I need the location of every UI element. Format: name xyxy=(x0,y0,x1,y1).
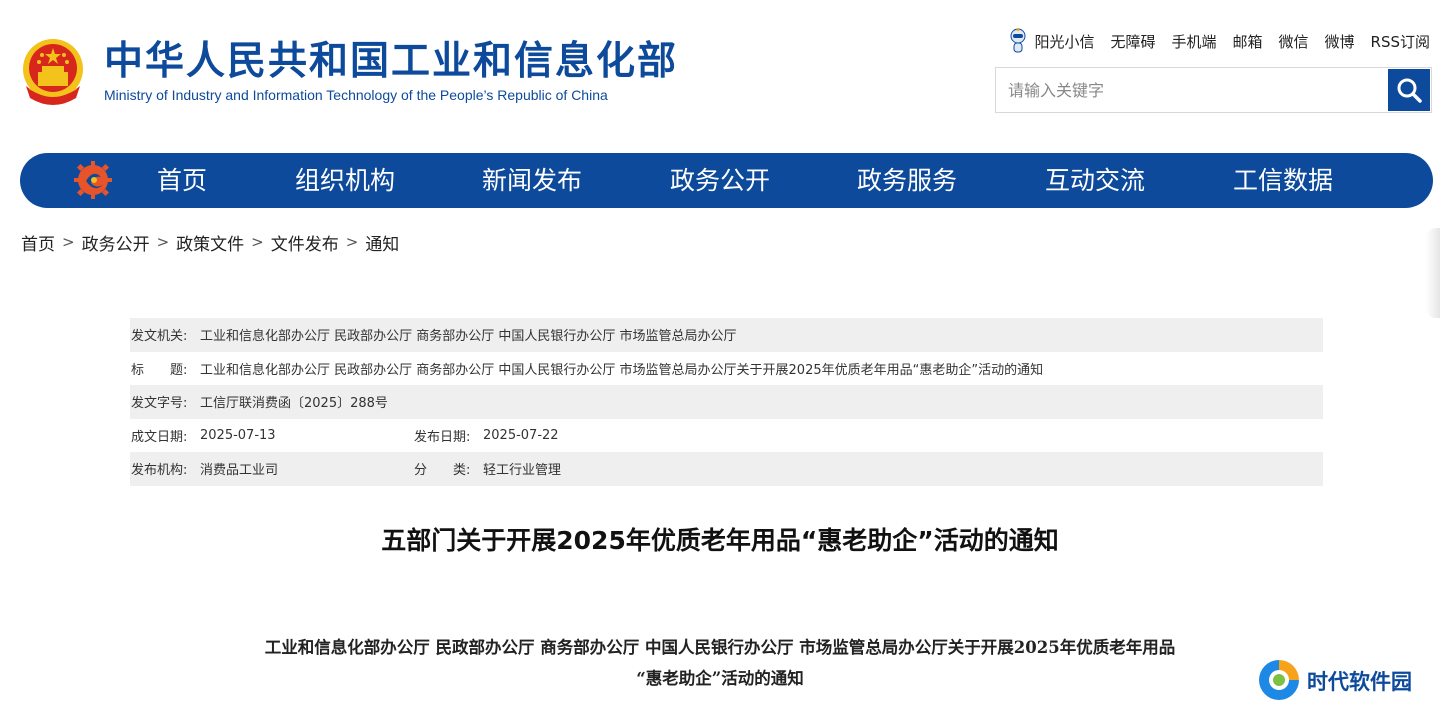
document-meta-table: 发文机关: 工业和信息化部办公厅 民政部办公厅 商务部办公厅 中国人民银行办公厅… xyxy=(130,318,1323,486)
document-title: 五部门关于开展2025年优质老年用品“惠老助企”活动的通知 xyxy=(381,526,1059,555)
nav-interaction[interactable]: 互动交流 xyxy=(1045,153,1145,208)
nav-government-affairs[interactable]: 政务公开 xyxy=(670,153,770,208)
meta-row-doc-number: 发文字号: 工信厅联消费函〔2025〕288号 xyxy=(130,385,1323,419)
breadcrumb: 首页 > 政务公开 > 政策文件 > 文件发布 > 通知 xyxy=(21,230,399,255)
search-input[interactable] xyxy=(996,68,1388,112)
meta-row-title: 标 题: 工业和信息化部办公厅 民政部办公厅 商务部办公厅 中国人民银行办公厅 … xyxy=(130,352,1323,386)
meta-value-publish-date: 2025-07-22 xyxy=(483,427,559,443)
meta-cell-written-date: 成文日期: 2025-07-13 xyxy=(130,426,413,445)
meta-value-written-date: 2025-07-13 xyxy=(200,427,276,443)
search-button[interactable] xyxy=(1388,69,1430,111)
meta-label-title: 标 题: xyxy=(131,362,188,378)
meta-label-category: 分 类: xyxy=(414,463,471,479)
meta-value-title: 工业和信息化部办公厅 民政部办公厅 商务部办公厅 中国人民银行办公厅 市场监管总… xyxy=(200,362,1044,378)
meta-row-issuer: 发文机关: 工业和信息化部办公厅 民政部办公厅 商务部办公厅 中国人民银行办公厅… xyxy=(130,318,1323,352)
breadcrumb-separator: > xyxy=(345,233,359,251)
link-mailbox[interactable]: 邮箱 xyxy=(1232,31,1262,52)
main-nav: 首页 组织机构 新闻发布 政务公开 政务服务 互动交流 工信数据 xyxy=(20,153,1433,208)
nav-organization[interactable]: 组织机构 xyxy=(295,153,395,208)
site-header: 中华人民共和国工业和信息化部 Ministry of Industry and … xyxy=(0,0,1440,140)
miit-logo-icon[interactable] xyxy=(74,161,112,199)
breadcrumb-policy-documents[interactable]: 政策文件 xyxy=(176,230,244,255)
document-subtitle-line-1: 工业和信息化部办公厅 民政部办公厅 商务部办公厅 中国人民银行办公厅 市场监管总… xyxy=(264,638,1176,657)
meta-label-publisher: 发布机构: xyxy=(131,463,188,479)
meta-cell-category: 分 类: 轻工行业管理 xyxy=(413,459,561,478)
nav-home[interactable]: 首页 xyxy=(157,153,207,208)
document-subtitle: 工业和信息化部办公厅 民政部办公厅 商务部办公厅 中国人民银行办公厅 市场监管总… xyxy=(0,632,1440,694)
robot-mascot-icon[interactable] xyxy=(1008,28,1028,54)
nav-news[interactable]: 新闻发布 xyxy=(482,153,582,208)
nav-industry-data[interactable]: 工信数据 xyxy=(1233,153,1333,208)
nav-government-services[interactable]: 政务服务 xyxy=(857,153,957,208)
link-sunshine-xiaoxin[interactable]: 阳光小信 xyxy=(1034,31,1094,52)
breadcrumb-separator: > xyxy=(251,233,264,251)
link-mobile[interactable]: 手机端 xyxy=(1171,31,1216,52)
meta-value-doc-number: 工信厅联消费函〔2025〕288号 xyxy=(200,396,388,412)
watermark-text: 时代软件园 xyxy=(1307,670,1412,694)
search-box xyxy=(995,67,1432,113)
top-links: 阳光小信 无障碍 手机端 邮箱 微信 微博 RSS订阅 xyxy=(1008,28,1430,54)
meta-value-publisher: 消费品工业司 xyxy=(200,463,279,479)
link-rss[interactable]: RSS订阅 xyxy=(1371,31,1430,52)
meta-row-dates: 成文日期: 2025-07-13 发布日期: 2025-07-22 xyxy=(130,419,1323,453)
site-brand[interactable]: 中华人民共和国工业和信息化部 Ministry of Industry and … xyxy=(104,40,678,104)
document-subtitle-line-2: “惠老助企”活动的通知 xyxy=(636,669,804,688)
floating-side-tab[interactable] xyxy=(1426,228,1440,318)
breadcrumb-separator: > xyxy=(156,233,170,251)
site-watermark: 时代软件园 xyxy=(1255,656,1435,706)
breadcrumb-government-affairs[interactable]: 政务公开 xyxy=(82,230,150,255)
link-weibo[interactable]: 微博 xyxy=(1325,31,1355,52)
meta-value-category: 轻工行业管理 xyxy=(483,463,562,479)
site-title-en: Ministry of Industry and Information Tec… xyxy=(104,87,608,103)
meta-row-publisher: 发布机构: 消费品工业司 分 类: 轻工行业管理 xyxy=(130,452,1323,486)
site-logo-icon xyxy=(1259,660,1299,700)
breadcrumb-separator: > xyxy=(62,233,75,251)
national-emblem-icon[interactable] xyxy=(20,36,86,108)
meta-label-written-date: 成文日期: xyxy=(131,429,188,445)
meta-cell-publisher: 发布机构: 消费品工业司 xyxy=(130,459,413,478)
link-wechat[interactable]: 微信 xyxy=(1279,31,1309,52)
search-icon xyxy=(1397,78,1422,103)
link-accessibility[interactable]: 无障碍 xyxy=(1110,31,1155,52)
meta-label-doc-number: 发文字号: xyxy=(131,396,188,412)
site-title-cn: 中华人民共和国工业和信息化部 xyxy=(104,39,679,84)
meta-label-publish-date: 发布日期: xyxy=(414,429,471,445)
meta-label-issuer: 发文机关: xyxy=(131,329,188,345)
breadcrumb-home[interactable]: 首页 xyxy=(21,230,55,255)
breadcrumb-document-release[interactable]: 文件发布 xyxy=(271,230,339,255)
meta-value-issuer: 工业和信息化部办公厅 民政部办公厅 商务部办公厅 中国人民银行办公厅 市场监管总… xyxy=(200,329,737,345)
meta-cell-publish-date: 发布日期: 2025-07-22 xyxy=(413,426,559,445)
breadcrumb-notice[interactable]: 通知 xyxy=(365,230,399,255)
